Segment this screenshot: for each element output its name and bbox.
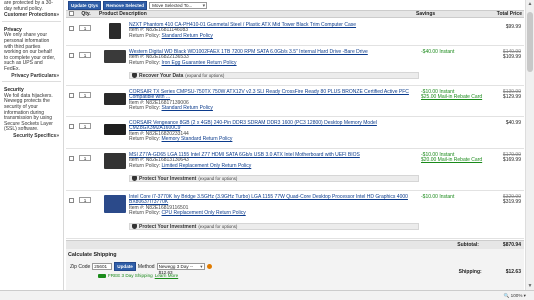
- scrollbar-thumb[interactable]: [527, 12, 533, 72]
- total-price: $109.99: [502, 54, 521, 61]
- cart-table-header: Qty. Product Description Savings Total P…: [66, 10, 524, 18]
- qty-input[interactable]: 1: [79, 52, 91, 58]
- protect-investment-option[interactable]: Protect Your Investment (expand for opti…: [129, 223, 419, 230]
- return-policy-label: Return Policy:: [129, 210, 162, 217]
- item-checkbox[interactable]: [69, 26, 74, 31]
- subtotal-label: Subtotal:: [457, 242, 479, 248]
- savings-header: Savings: [416, 11, 436, 17]
- return-policy-label: Return Policy:: [129, 59, 162, 66]
- privacy-text-line: such as UPS and FedEx.: [4, 60, 43, 72]
- cart-row: 1 CORSAIR TX Series CMPSU-750TX 750W ATX…: [66, 87, 524, 117]
- left-info-panel: are protected by a 30- day refund policy…: [0, 0, 64, 290]
- free-shipping-text: FREE 3 Day Shipping: [108, 273, 153, 278]
- protect-investment-option[interactable]: Protect Your Investment (expand for opti…: [129, 175, 419, 182]
- shield-icon: [132, 176, 137, 181]
- return-policy-label: Return Policy:: [129, 162, 162, 169]
- scroll-up-icon[interactable]: ▲: [527, 1, 533, 7]
- shipping-label: Shipping:: [458, 269, 482, 275]
- vertical-scrollbar[interactable]: ▲ ▼: [525, 0, 534, 290]
- instant-savings: -$10.00 Instant: [421, 194, 455, 200]
- product-image[interactable]: [104, 124, 126, 135]
- shield-icon: [132, 224, 137, 229]
- product-image[interactable]: [104, 50, 126, 63]
- customer-protections-link[interactable]: Customer Protections»: [4, 13, 59, 19]
- rebate-card-link[interactable]: $25.00 Mail-in Rebate Card: [421, 94, 487, 100]
- product-image[interactable]: [104, 195, 126, 213]
- calculate-shipping-heading: Calculate Shipping: [68, 252, 117, 258]
- expand-options-link[interactable]: (expand for options): [198, 224, 237, 229]
- return-policy-link[interactable]: CPU Replacement Only Return Policy: [162, 210, 246, 216]
- recover-data-option[interactable]: Recover Your Data (expand for options): [129, 72, 419, 79]
- return-policy-link[interactable]: Limited Replacement Only Return Policy: [162, 163, 252, 169]
- shipping-value: $12.63: [505, 269, 521, 275]
- total-price-header: Total Price: [496, 11, 522, 17]
- recover-data-label: Recover Your Data: [139, 72, 184, 79]
- total-price: $40.99: [505, 120, 521, 126]
- total-price: $319.99: [502, 199, 521, 206]
- remove-selected-button[interactable]: Remove Selected: [103, 0, 148, 10]
- product-image[interactable]: [104, 153, 126, 169]
- cart-row: 1 Western Digital WD Black WD1002FAEX 1T…: [66, 47, 524, 86]
- expand-options-link[interactable]: (expand for options): [185, 73, 224, 78]
- protect-investment-label: Protect Your Investment: [139, 175, 197, 182]
- item-checkbox[interactable]: [69, 124, 74, 129]
- cart-row: 1 MSI Z77A-GD65 LGA 1155 Intel Z77 HDMI …: [66, 150, 524, 191]
- total-price: $99.99: [505, 24, 521, 30]
- update-qtys-button[interactable]: Update Qtys: [68, 0, 102, 10]
- return-policy-label: Return Policy:: [129, 105, 162, 112]
- truck-icon: [98, 273, 106, 278]
- zip-label: Zip Code: [70, 263, 91, 270]
- qty-input[interactable]: 1: [79, 92, 91, 98]
- qty-header: Qty.: [81, 11, 91, 17]
- return-policy-label: Return Policy:: [129, 136, 162, 143]
- divider: [2, 20, 61, 22]
- return-policy-link[interactable]: Memory Standard Return Policy: [162, 136, 233, 142]
- qty-input[interactable]: 1: [79, 123, 91, 129]
- cart-row: 1 NZXT Phantom 410 CA-PH410-01 Gunmetal …: [66, 20, 524, 46]
- disk-icon: [132, 73, 137, 78]
- subtotal-row: Subtotal: $870.94: [66, 240, 524, 249]
- total-price: $129.99: [502, 94, 521, 101]
- item-checkbox[interactable]: [69, 53, 74, 58]
- qty-input[interactable]: 1: [79, 155, 91, 161]
- shipping-method-select[interactable]: Newegg 3 Day -- $12.63: [156, 263, 205, 275]
- divider: [2, 81, 61, 83]
- instant-savings: -$40.00 Instant: [421, 49, 455, 55]
- scroll-down-icon[interactable]: ▼: [527, 283, 533, 289]
- return-policy-link[interactable]: Iron Egg Guarantee Return Policy: [162, 60, 237, 66]
- zoom-value: 100%: [510, 293, 523, 298]
- privacy-particulars-link[interactable]: Privacy Particulars»: [4, 73, 59, 80]
- zoom-level[interactable]: 🔍 100% ▾: [504, 293, 526, 299]
- return-policy-link[interactable]: Standard Return Policy: [162, 33, 213, 39]
- expand-options-link[interactable]: (expand for options): [198, 176, 237, 181]
- update-shipping-button[interactable]: Update: [114, 262, 136, 271]
- status-bar: 🔍 100% ▾: [0, 290, 534, 300]
- subtotal-value: $870.94: [502, 242, 521, 248]
- cart-row: 1 CORSAIR Vengeance 8GB (2 x 4GB) 240-Pi…: [66, 118, 524, 149]
- item-checkbox[interactable]: [69, 93, 74, 98]
- return-policy-link[interactable]: Standard Return Policy: [162, 105, 213, 111]
- cart-toolbar: Update Qtys Remove Selected Move Selecte…: [66, 0, 524, 10]
- cart-row: 1 Intel Core i7-3770K Ivy Bridge 3.5GHz …: [66, 192, 524, 239]
- qty-input[interactable]: 1: [79, 197, 91, 203]
- qty-input[interactable]: 1: [79, 25, 91, 31]
- product-image[interactable]: [109, 23, 121, 39]
- zip-input[interactable]: 25601: [92, 263, 113, 270]
- protect-investment-label: Protect Your Investment: [139, 223, 197, 230]
- cart-main: Update Qtys Remove Selected Move Selecte…: [66, 0, 524, 290]
- move-selected-select[interactable]: Move Selected To...: [149, 1, 208, 9]
- item-checkbox[interactable]: [69, 156, 74, 161]
- select-all-checkbox[interactable]: [66, 10, 76, 18]
- learn-more-link[interactable]: Learn More: [155, 273, 179, 278]
- shipping-section: Calculate Shipping Zip Code 25601 Update…: [66, 249, 524, 290]
- description-header: Product Description: [99, 11, 147, 17]
- item-checkbox[interactable]: [69, 198, 74, 203]
- info-icon[interactable]: [206, 264, 212, 269]
- return-policy-label: Return Policy:: [129, 32, 162, 39]
- product-image[interactable]: [104, 93, 126, 105]
- method-label: Method: [137, 263, 155, 270]
- rebate-card-link[interactable]: $20.00 Mail-in Rebate Card: [421, 157, 487, 163]
- total-price: $169.99: [502, 157, 521, 164]
- security-specifics-link[interactable]: Security Specifics»: [4, 133, 59, 140]
